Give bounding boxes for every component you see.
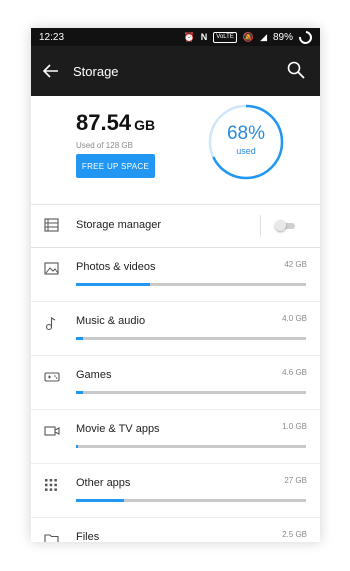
storage-manager-icon — [44, 218, 59, 232]
signal-icon: ◢ — [260, 31, 267, 42]
music-note-icon — [44, 316, 59, 331]
free-up-space-button[interactable]: FREE UP SPACE — [76, 154, 155, 178]
category-label: Files — [76, 531, 100, 542]
category-usage-fill — [76, 283, 150, 286]
category-usage-bar — [76, 337, 306, 340]
category-label: Other apps — [76, 477, 131, 489]
storage-manager-row[interactable]: Storage manager — [31, 205, 320, 248]
status-time: 12:23 — [39, 31, 65, 43]
category-label: Games — [76, 369, 112, 381]
battery-icon — [296, 28, 315, 47]
back-arrow-icon[interactable] — [43, 57, 71, 85]
category-usage-bar — [76, 391, 306, 394]
category-usage-fill — [76, 391, 83, 394]
category-label: Movie & TV apps — [76, 423, 160, 435]
category-usage-bar — [76, 499, 306, 502]
phone-screen: 12:23 ⏰ N VoLTE 🔕 ◢ 89% Storage 87.54GB — [31, 28, 320, 542]
usage-label: used — [236, 146, 256, 156]
page-title: Storage — [73, 63, 119, 79]
storage-category-row[interactable]: Photos & videos 42 GB — [31, 248, 320, 302]
toggle-divider — [260, 215, 261, 237]
category-size: 1.0 GB — [282, 422, 307, 431]
storage-summary: 87.54 GB Used of 128 GB FREE UP SPACE 68%… — [31, 96, 320, 205]
category-usage-bar — [76, 445, 306, 448]
alarm-icon: ⏰ — [183, 31, 195, 42]
status-icons: ⏰ N VoLTE 🔕 ◢ 89% — [183, 28, 315, 47]
category-label: Music & audio — [76, 315, 146, 327]
category-usage-fill — [76, 337, 83, 340]
storage-category-row[interactable]: Other apps 27 GB — [31, 464, 320, 518]
image-icon — [44, 262, 59, 276]
storage-category-row[interactable]: Files 2.5 GB — [31, 518, 320, 542]
used-amount: 87.54 GB — [76, 110, 155, 136]
mute-icon: 🔕 — [242, 31, 255, 42]
used-amount-value: 87.54 — [76, 110, 132, 135]
storage-manager-label: Storage manager — [76, 219, 161, 231]
status-bar: 12:23 ⏰ N VoLTE 🔕 ◢ 89% — [31, 28, 320, 47]
usage-percent: 68% — [226, 123, 266, 144]
category-size: 4.6 GB — [282, 368, 307, 377]
storage-category-row[interactable]: Movie & TV apps 1.0 GB — [31, 410, 320, 464]
category-usage-fill — [76, 445, 79, 448]
volte-icon: VoLTE — [213, 31, 237, 43]
category-usage-bar — [76, 283, 306, 286]
usage-ring-text: 68% used — [207, 123, 285, 156]
used-amount-unit: GB — [134, 117, 156, 133]
category-size: 27 GB — [284, 476, 307, 485]
category-list: Photos & videos 42 GB Music & audio 4.0 GB G… — [31, 248, 320, 542]
category-size: 42 GB — [284, 260, 307, 269]
folder-icon — [44, 532, 59, 542]
storage-category-row[interactable]: Games 4.6 GB — [31, 356, 320, 410]
gamepad-icon — [44, 370, 60, 384]
category-usage-fill — [76, 499, 125, 502]
usage-ring: 68% used — [207, 103, 285, 181]
category-label: Photos & videos — [76, 261, 156, 273]
used-of-total: Used of 128 GB — [76, 141, 133, 150]
app-bar: Storage — [31, 46, 320, 96]
battery-percent: 89% — [272, 31, 293, 43]
apps-grid-icon — [44, 478, 59, 492]
storage-manager-toggle[interactable] — [275, 220, 297, 231]
storage-category-row[interactable]: Music & audio 4.0 GB — [31, 302, 320, 356]
nfc-icon: N — [200, 31, 208, 42]
search-icon[interactable] — [286, 60, 308, 82]
category-size: 4.0 GB — [282, 314, 307, 323]
category-size: 2.5 GB — [282, 530, 307, 539]
video-camera-icon — [44, 424, 60, 438]
